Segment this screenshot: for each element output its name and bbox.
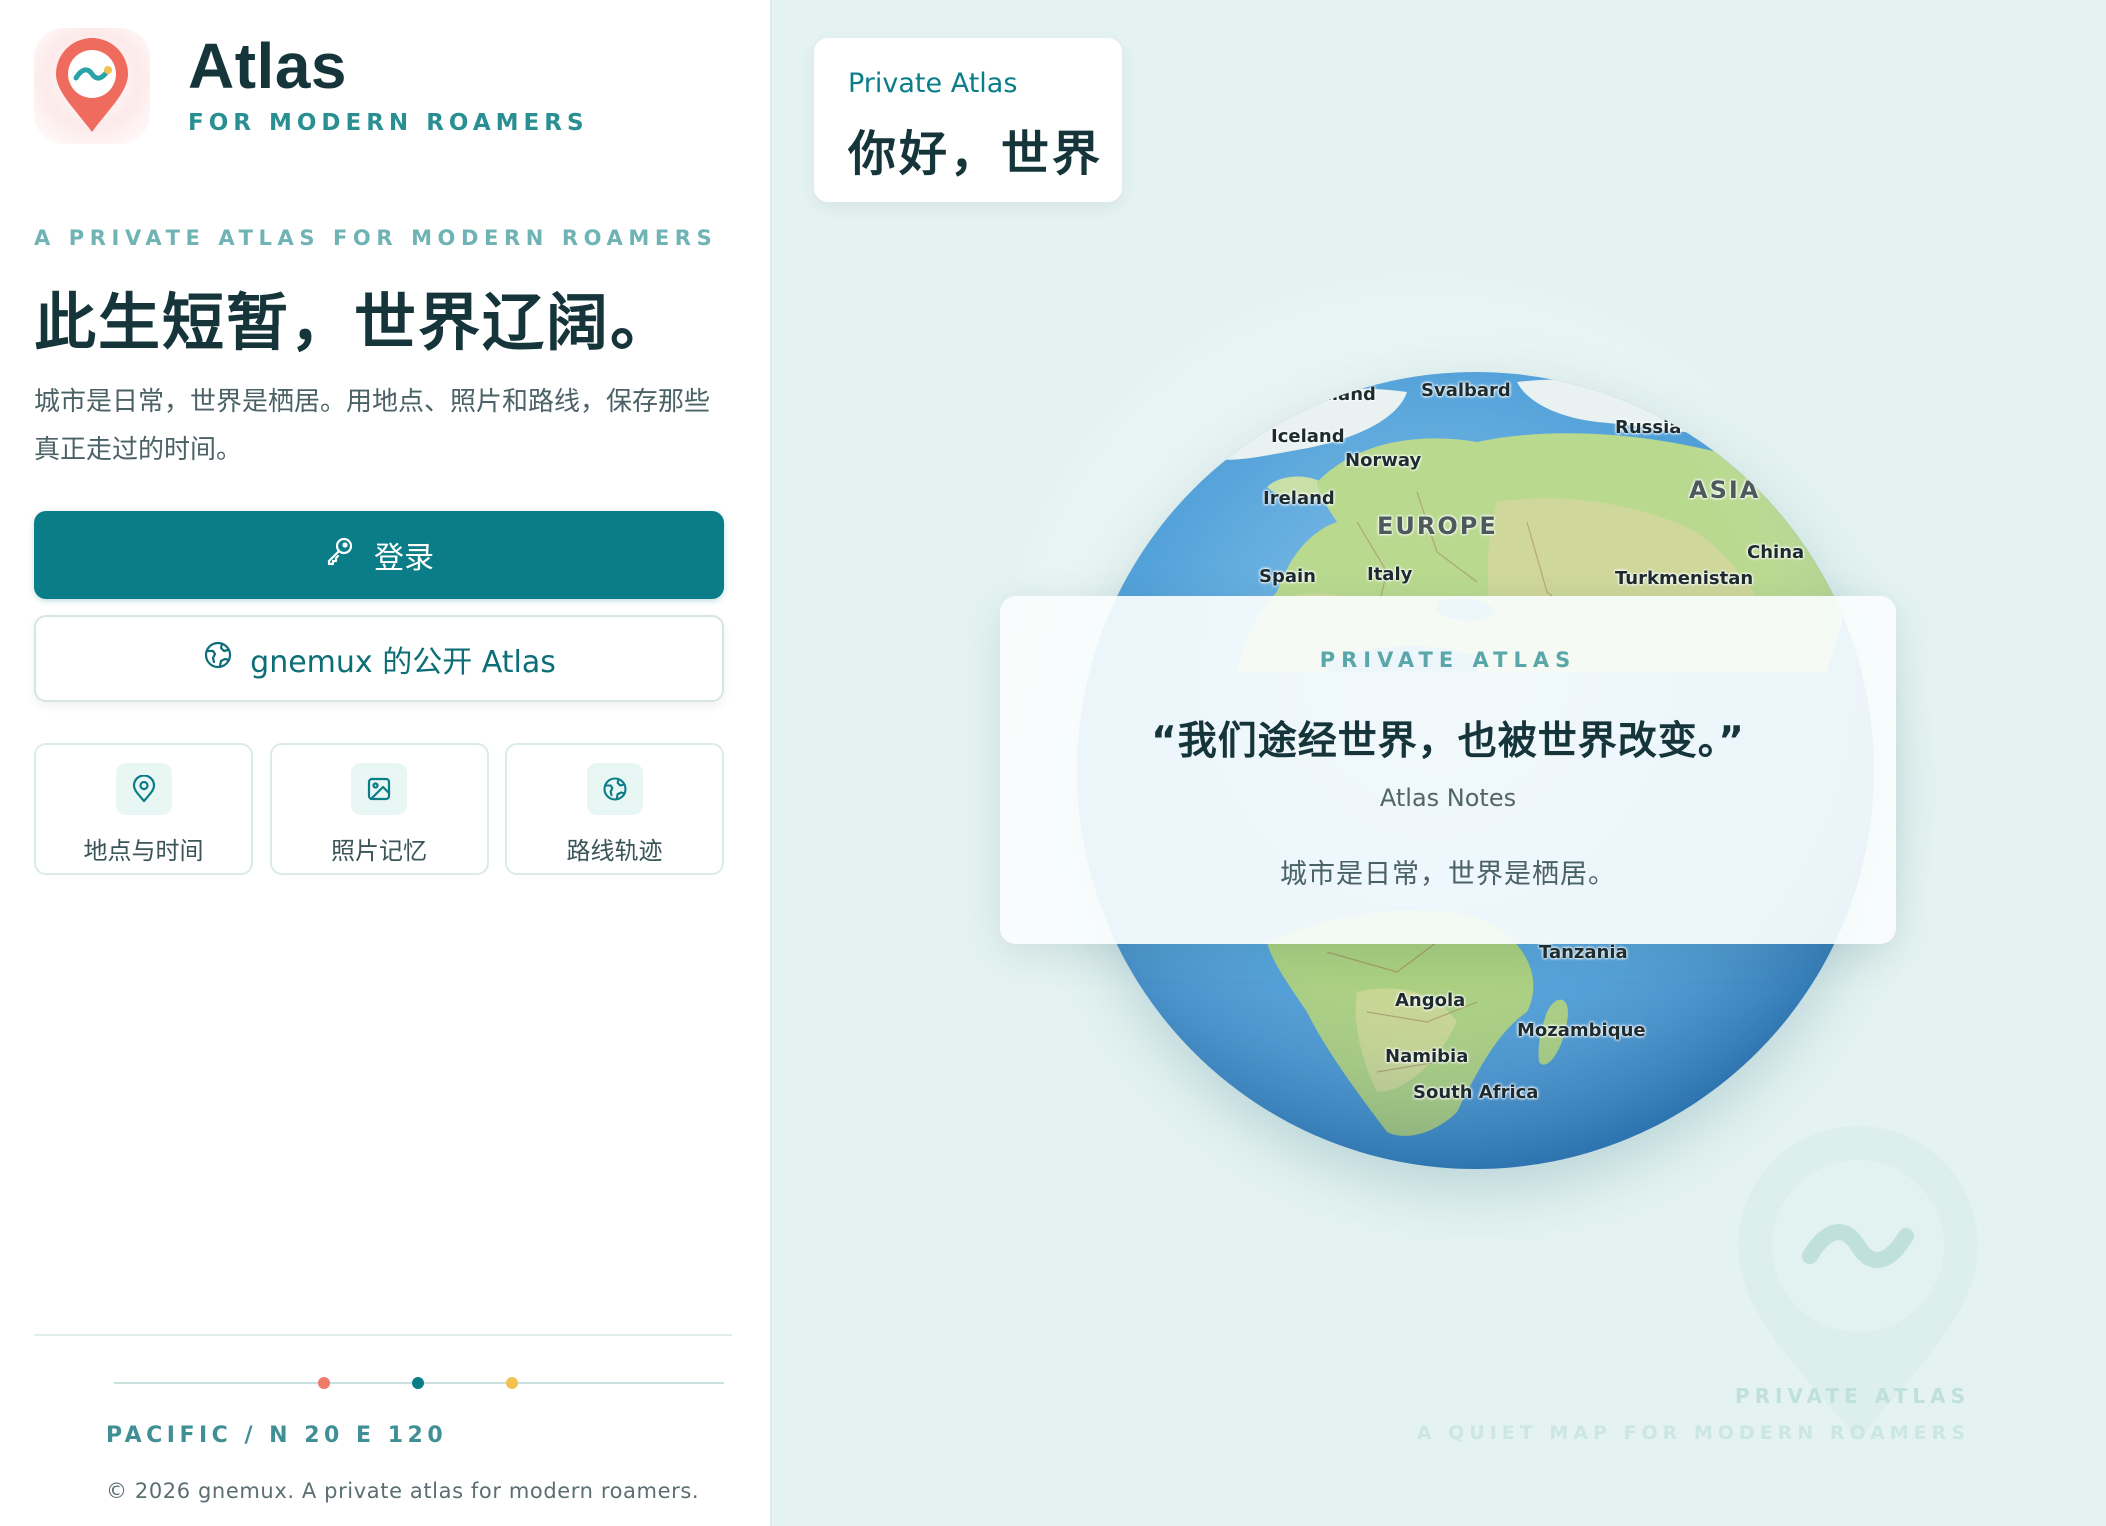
public-atlas-button[interactable]: gnemux 的公开 Atlas <box>34 615 724 702</box>
map-label-angola: Angola <box>1395 990 1466 1011</box>
quote-card: PRIVATE ATLAS “我们途经世界，也被世界改变。” Atlas Not… <box>1000 596 1896 944</box>
map-label-norway: Norway <box>1345 450 1422 471</box>
image-icon <box>351 763 407 815</box>
feature-photos[interactable]: 照片记忆 <box>269 743 489 875</box>
copyright: © 2026 gnemux. A private atlas for moder… <box>106 1479 700 1503</box>
track-dot-yellow <box>506 1377 518 1389</box>
quote-text: “我们途经世界，也被世界改变。” <box>1151 719 1745 764</box>
map-showcase: Private Atlas 你好，世界 Greenland Svalbard I… <box>774 0 2106 1526</box>
feature-label: 照片记忆 <box>331 837 427 865</box>
map-label-spain: Spain <box>1259 566 1316 587</box>
map-label-greenland: Greenland <box>1271 384 1376 405</box>
app-title: Atlas <box>188 30 347 102</box>
map-label-italy: Italy <box>1367 564 1413 585</box>
hero-eyebrow: A PRIVATE ATLAS FOR MODERN ROAMERS <box>34 226 718 250</box>
feature-list: 地点与时间 照片记忆 路线轨迹 <box>34 743 724 875</box>
quote-subline: 城市是日常，世界是栖居。 <box>1280 859 1616 890</box>
map-label-turkmenistan: Turkmenistan <box>1615 568 1754 589</box>
watermark-subtitle: A QUIET MAP FOR MODERN ROAMERS <box>1416 1422 1970 1444</box>
footer-divider <box>34 1334 732 1336</box>
map-label-tanzania: Tanzania <box>1539 942 1628 963</box>
coordinates-readout: PACIFIC / N 20 E 120 <box>106 1423 448 1448</box>
quote-eyebrow: PRIVATE ATLAS <box>1319 648 1577 672</box>
login-button[interactable]: 登录 <box>34 511 724 599</box>
brand: Atlas FOR MODERN ROAMERS <box>34 28 589 144</box>
feature-routes[interactable]: 路线轨迹 <box>505 743 724 875</box>
map-pin-wave-icon <box>34 28 150 144</box>
globe-icon <box>202 639 250 679</box>
map-label-iceland: Iceland <box>1271 426 1345 447</box>
login-label: 登录 <box>374 541 434 576</box>
greeting-tag: Private Atlas <box>848 68 1018 99</box>
map-label-svalbard: Svalbard <box>1421 380 1511 401</box>
map-label-south-africa: South Africa <box>1413 1082 1539 1103</box>
watermark-title: PRIVATE ATLAS <box>1734 1384 1970 1408</box>
feature-label: 地点与时间 <box>83 837 204 865</box>
globe-icon <box>586 763 643 815</box>
public-atlas-label: gnemux 的公开 Atlas <box>250 644 556 680</box>
feature-label: 路线轨迹 <box>566 837 663 865</box>
hero-intro: 城市是日常，世界是栖居。用地点、照片和路线，保存那些真正走过的时间。 <box>34 387 711 465</box>
app-subtitle: FOR MODERN ROAMERS <box>188 110 589 136</box>
map-pin-icon <box>115 763 172 815</box>
key-icon <box>324 535 374 575</box>
greeting-text: 你好，世界 <box>848 126 1104 182</box>
map-label-europe: EUROPE <box>1377 512 1498 540</box>
map-label-mozambique: Mozambique <box>1517 1020 1646 1041</box>
feature-places[interactable]: 地点与时间 <box>34 743 253 875</box>
map-label-namibia: Namibia <box>1385 1046 1469 1067</box>
map-label-china: China <box>1747 542 1805 563</box>
map-label-asia: ASIA <box>1689 476 1761 504</box>
sidebar-panel: Atlas FOR MODERN ROAMERS A PRIVATE ATLAS… <box>0 0 772 1526</box>
track-dot-teal <box>412 1377 424 1389</box>
hero-headline: 此生短暂，世界辽阔。 <box>34 286 675 359</box>
track-dot-red <box>318 1377 330 1389</box>
quote-author: Atlas Notes <box>1379 784 1517 812</box>
greeting-card: Private Atlas 你好，世界 <box>814 38 1122 202</box>
map-label-russia: Russia <box>1615 417 1682 438</box>
map-label-ireland: Ireland <box>1263 488 1335 509</box>
